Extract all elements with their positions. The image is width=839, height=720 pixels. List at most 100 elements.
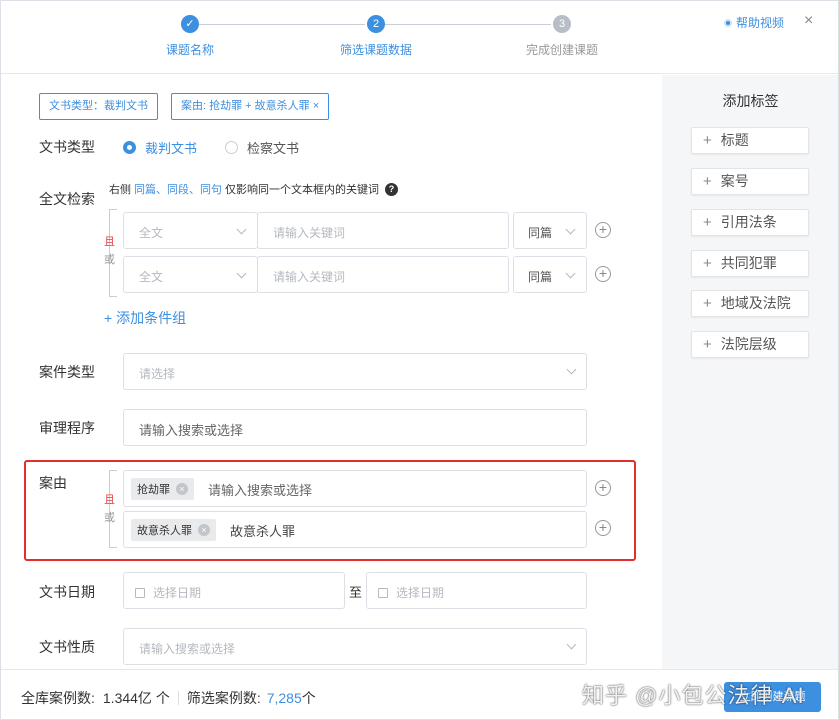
tag-button-case-number[interactable]: + 案号 (691, 168, 809, 195)
radio-label: 检察文书 (247, 141, 300, 156)
help-video-link[interactable]: 帮助视频 (724, 14, 784, 31)
chevron-down-icon (565, 268, 576, 279)
chevron-down-icon (566, 639, 577, 650)
cause-label: 案由 (39, 475, 67, 491)
tag-label: 共同犯罪 (720, 255, 777, 271)
step-label: 完成创建课题 (525, 43, 598, 57)
tag-button-court-level[interactable]: + 法院层级 (691, 331, 809, 358)
tag-button-joint-crime[interactable]: + 共同犯罪 (691, 250, 809, 277)
filtered-count-label: 筛选案例数: (186, 690, 261, 706)
add-row-icon[interactable]: + (595, 520, 611, 536)
and-label[interactable]: 且 (104, 233, 115, 251)
remove-chip-icon[interactable]: × (176, 483, 188, 495)
start-date-placeholder: 选择日期 (153, 586, 202, 600)
close-icon[interactable]: × (804, 12, 813, 30)
tag-button-title[interactable]: + 标题 (691, 127, 809, 154)
plus-icon: + (703, 295, 712, 312)
fulltext-scope-select[interactable]: 全文 (123, 256, 258, 293)
tag-button-cited-law[interactable]: + 引用法条 (691, 209, 809, 236)
plus-icon: + (703, 255, 712, 272)
case-type-placeholder: 请选择 (139, 367, 176, 381)
step-number: 3 (553, 15, 571, 33)
keyword-placeholder: 请输入关键词 (273, 270, 346, 284)
end-date-picker[interactable]: 选择日期 (366, 572, 587, 609)
and-label[interactable]: 且 (104, 491, 115, 509)
step-label: 课题名称 (165, 43, 214, 57)
chevron-down-icon (236, 224, 247, 235)
add-tag-panel: 添加标签 + 标题 + 案号 + 引用法条 + 共同犯罪 + 地域及法院 + 法院层级 (662, 75, 838, 669)
filtered-count-value: 7,285 (266, 690, 302, 706)
cause-input-text[interactable]: 故意杀人罪 (230, 521, 295, 540)
cause-chip-label: 故意杀人罪 (137, 525, 192, 537)
fulltext-label: 全文检索 (39, 191, 95, 207)
date-range-separator: 至 (349, 585, 363, 600)
scope-placeholder: 全文 (139, 226, 164, 240)
fulltext-range-select[interactable]: 同篇 (513, 256, 587, 293)
chevron-down-icon (566, 364, 577, 375)
filter-chip-cause[interactable]: 案由: 抢劫罪 + 故意杀人罪 × (171, 93, 330, 120)
and-or-toggle[interactable]: 且 或 (104, 491, 115, 527)
case-type-select[interactable]: 请选择 (123, 353, 587, 390)
doc-nature-placeholder: 请输入搜索或选择 (139, 642, 236, 656)
add-condition-group-button[interactable]: + 添加条件组 (104, 308, 186, 328)
plus-icon: + (703, 336, 712, 353)
and-or-toggle[interactable]: 且 或 (104, 233, 115, 269)
tag-button-region-court[interactable]: + 地域及法院 (691, 290, 809, 317)
cause-chip: 故意杀人罪 × (131, 519, 216, 541)
scope-placeholder: 全文 (139, 270, 164, 284)
radio-judgment-doc[interactable]: 裁判文书 (123, 138, 197, 157)
doc-nature-label: 文书性质 (39, 639, 95, 655)
add-row-icon[interactable]: + (595, 222, 611, 238)
fulltext-keyword-input[interactable]: 请输入关键词 (257, 256, 509, 293)
step-2: 2 筛选课题数据 (316, 15, 436, 58)
start-date-row: 选择日期 (135, 584, 201, 601)
filter-chip-doc-type[interactable]: 文书类型：裁判文书 (39, 93, 158, 120)
step-1: ✓ 课题名称 (130, 15, 250, 58)
fulltext-hint: 右侧 同篇、同段、同句 仅影响同一个文本框内的关键词 ? (109, 181, 398, 197)
calendar-icon (135, 588, 145, 598)
remove-chip-icon[interactable]: × (198, 524, 210, 536)
or-label[interactable]: 或 (104, 251, 115, 269)
cause-row: 抢劫罪 × 请输入搜索或选择 (131, 478, 312, 500)
create-topic-dialog: ✓ 课题名称 2 筛选课题数据 3 完成创建课题 帮助视频 × 文书类型：裁判文… (0, 0, 839, 720)
tag-label: 标题 (720, 132, 749, 148)
start-date-picker[interactable]: 选择日期 (123, 572, 345, 609)
doc-nature-select[interactable]: 请输入搜索或选择 (123, 628, 587, 665)
hint-scopes: 同篇、同段、同句 (134, 184, 222, 196)
add-row-icon[interactable]: + (595, 480, 611, 496)
hint-suffix: 仅影响同一个文本框内的关键词 (225, 184, 379, 196)
cause-chip: 抢劫罪 × (131, 478, 194, 500)
procedure-input[interactable]: 请输入搜索或选择 (123, 409, 587, 446)
question-icon[interactable]: ? (385, 182, 398, 196)
tag-panel-title: 添加标签 (722, 93, 779, 109)
check-icon: ✓ (181, 15, 199, 33)
fulltext-keyword-input[interactable]: 请输入关键词 (257, 212, 509, 249)
hint-prefix: 右侧 (109, 184, 131, 196)
tag-label: 法院层级 (720, 336, 777, 352)
doc-date-label: 文书日期 (39, 584, 95, 600)
step-3: 3 完成创建课题 (502, 15, 622, 58)
dialog-footer: 全库案例数: 1.344亿 个 筛选案例数: 7,285 个 立即创建课题 知乎… (1, 669, 838, 719)
doc-type-label: 文书类型 (39, 139, 95, 155)
tag-label: 案号 (720, 173, 749, 189)
step-number: 2 (367, 15, 385, 33)
watermark: 知乎 @小包公法律·AI (582, 683, 805, 708)
radio-checked-icon (123, 141, 136, 154)
cause-input-text[interactable]: 请输入搜索或选择 (208, 480, 312, 499)
fulltext-scope-select[interactable]: 全文 (123, 212, 258, 249)
help-label: 帮助视频 (736, 16, 785, 30)
calendar-icon (378, 588, 388, 598)
radio-procuratorate-doc[interactable]: 检察文书 (225, 138, 299, 157)
case-count-stats: 全库案例数: 1.344亿 个 筛选案例数: 7,285 个 (21, 688, 316, 708)
fulltext-range-select[interactable]: 同篇 (513, 212, 587, 249)
total-count-value: 1.344亿 个 (102, 690, 170, 706)
radio-label: 裁判文书 (145, 141, 198, 156)
add-row-icon[interactable]: + (595, 266, 611, 282)
cause-input[interactable]: 抢劫罪 × 请输入搜索或选择 (123, 470, 587, 507)
range-value: 同篇 (528, 226, 553, 240)
tag-label: 地域及法院 (720, 295, 791, 311)
or-label[interactable]: 或 (104, 509, 115, 527)
cause-row: 故意杀人罪 × 故意杀人罪 (131, 519, 295, 541)
cause-input[interactable]: 故意杀人罪 × 故意杀人罪 (123, 511, 587, 548)
procedure-placeholder: 请输入搜索或选择 (139, 423, 244, 438)
